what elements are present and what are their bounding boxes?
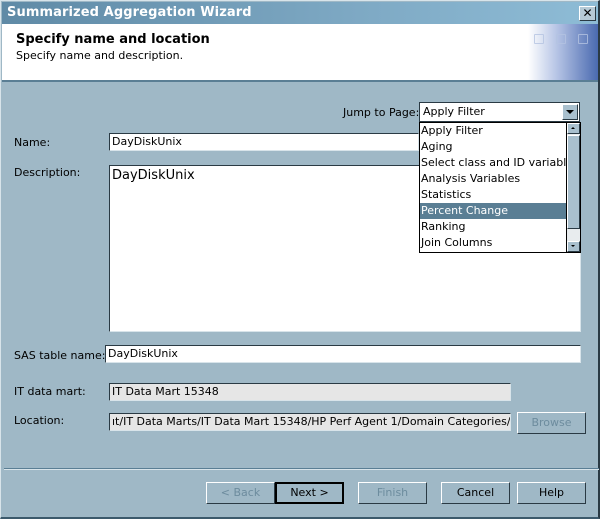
location-label: Location: xyxy=(14,414,65,427)
dropdown-option-highlighted[interactable]: Percent Change xyxy=(420,203,566,219)
dropdown-option[interactable]: Aging xyxy=(420,139,566,155)
page-subtitle: Specify name and description. xyxy=(16,49,184,62)
decorative-square-icon xyxy=(556,34,566,44)
finish-button[interactable]: Finish xyxy=(358,482,427,504)
jump-to-page-value: Apply Filter xyxy=(423,105,485,118)
title-bar: Summarized Aggregation Wizard ✕ xyxy=(2,2,598,24)
it-data-mart-label: IT data mart: xyxy=(14,385,86,398)
wizard-window: Summarized Aggregation Wizard ✕ Specify … xyxy=(0,0,600,519)
window-title: Summarized Aggregation Wizard xyxy=(7,5,252,20)
jump-to-page-label: Jump to Page: xyxy=(343,106,420,119)
scroll-up-icon[interactable] xyxy=(567,123,580,134)
dropdown-option[interactable]: Ranking xyxy=(420,219,566,235)
jump-to-page-select[interactable]: Apply Filter xyxy=(419,102,580,122)
dropdown-option[interactable]: Apply Filter xyxy=(420,123,566,139)
decorative-square-icon xyxy=(534,34,544,44)
sas-table-name-label: SAS table name: xyxy=(14,349,106,362)
dropdown-scrollbar[interactable] xyxy=(566,123,580,252)
scroll-down-icon[interactable] xyxy=(567,241,580,252)
jump-to-page-dropdown: Apply Filter Aging Select class and ID v… xyxy=(419,122,581,253)
help-button[interactable]: Help xyxy=(517,482,586,504)
chevron-down-icon[interactable] xyxy=(562,104,578,120)
next-button[interactable]: Next > xyxy=(275,482,344,504)
cancel-button[interactable]: Cancel xyxy=(441,482,510,504)
scroll-thumb[interactable] xyxy=(567,135,580,229)
back-button[interactable]: < Back xyxy=(206,482,275,504)
header-decoration xyxy=(528,24,598,80)
close-button[interactable]: ✕ xyxy=(579,6,596,21)
page-title: Specify name and location xyxy=(16,32,210,47)
description-label: Description: xyxy=(14,166,81,179)
name-field[interactable]: DayDiskUnix xyxy=(109,133,419,151)
close-icon: ✕ xyxy=(582,6,593,20)
decorative-square-icon xyxy=(578,34,588,44)
dropdown-option[interactable]: Join Columns xyxy=(420,235,566,251)
footer-divider xyxy=(4,468,599,470)
location-field: ıt/IT Data Marts/IT Data Mart 15348/HP P… xyxy=(109,413,511,431)
dropdown-option[interactable]: Select class and ID variables xyxy=(420,155,579,171)
name-label: Name: xyxy=(14,136,51,149)
dropdown-option[interactable]: Analysis Variables xyxy=(420,171,566,187)
browse-button[interactable]: Browse xyxy=(517,412,586,434)
dropdown-option[interactable]: Statistics xyxy=(420,187,566,203)
it-data-mart-field: IT Data Mart 15348 xyxy=(109,383,511,401)
sas-table-name-field[interactable]: DayDiskUnix xyxy=(105,345,581,363)
wizard-header: Specify name and location Specify name a… xyxy=(2,24,598,82)
